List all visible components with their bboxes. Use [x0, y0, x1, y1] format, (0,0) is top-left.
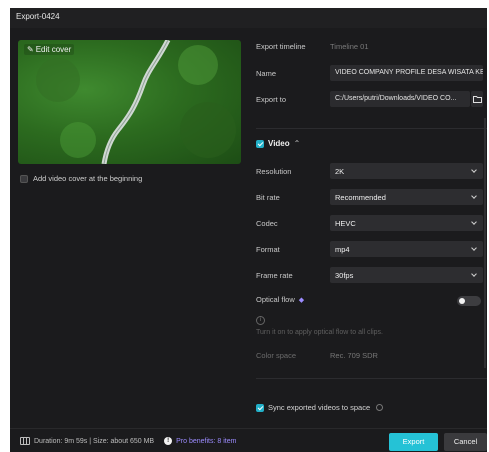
- format-label: Format: [256, 244, 280, 254]
- framerate-row: Frame rate 30fps: [256, 267, 487, 283]
- export-timeline-row: Export timeline Timeline 01: [256, 42, 487, 51]
- video-section-label: Video: [268, 139, 290, 148]
- export-dialog: Export-0424 ✎ Edit cover Add video cover…: [10, 8, 487, 452]
- export-timeline-label: Export timeline: [256, 42, 306, 51]
- bitrate-value: Recommended: [335, 192, 386, 202]
- pro-benefits-link[interactable]: Pro benefits: 8 item: [176, 438, 236, 445]
- chevron-down-icon: [471, 245, 477, 251]
- framerate-select[interactable]: 30fps: [330, 267, 483, 283]
- codec-label: Codec: [256, 218, 278, 228]
- add-cover-option[interactable]: Add video cover at the beginning: [20, 174, 142, 183]
- color-space-row: Color space Rec. 709 SDR: [256, 351, 487, 360]
- framerate-value: 30fps: [335, 270, 354, 280]
- export-summary: Duration: 9m 59s | Size: about 650 MB ! …: [20, 437, 236, 445]
- export-to-label: Export to: [256, 94, 287, 104]
- export-to-row: Export to C:/Users/putri/Downloads/VIDEO…: [256, 91, 487, 107]
- sync-checkbox[interactable]: [256, 403, 264, 412]
- export-path-input[interactable]: C:/Users/putri/Downloads/VIDEO CO...: [330, 91, 470, 107]
- pro-diamond-icon: ◆: [298, 296, 305, 304]
- export-timeline-value: Timeline 01: [330, 42, 369, 51]
- cancel-button[interactable]: Cancel: [444, 433, 487, 451]
- chevron-down-icon: [471, 193, 477, 199]
- name-input[interactable]: VIDEO COMPANY PROFILE DESA WISATA KE: [330, 65, 483, 81]
- bitrate-select[interactable]: Recommended: [330, 189, 483, 205]
- duration-size-text: Duration: 9m 59s | Size: about 650 MB: [34, 437, 155, 445]
- codec-select[interactable]: HEVC: [330, 215, 483, 231]
- color-space-label: Color space: [256, 351, 297, 360]
- cover-preview[interactable]: ✎ Edit cover: [18, 40, 241, 164]
- left-pane: ✎ Edit cover Add video cover at the begi…: [10, 28, 248, 428]
- sync-label: Sync exported videos to space: [268, 403, 371, 412]
- sync-option[interactable]: Sync exported videos to space: [256, 403, 384, 412]
- aerial-road-image: [36, 40, 236, 164]
- export-button[interactable]: Export: [389, 433, 438, 451]
- color-space-value: Rec. 709 SDR: [330, 351, 378, 360]
- name-row: Name VIDEO COMPANY PROFILE DESA WISATA K…: [256, 65, 487, 81]
- help-icon[interactable]: [376, 404, 384, 411]
- bitrate-label: Bit rate: [256, 192, 280, 202]
- resolution-label: Resolution: [256, 166, 292, 176]
- add-cover-checkbox[interactable]: [20, 174, 28, 183]
- dialog-title: Export-0424: [10, 8, 487, 28]
- section-divider: [256, 378, 487, 379]
- pencil-icon: ✎: [27, 45, 34, 54]
- toggle-knob: [459, 298, 465, 304]
- video-section-header[interactable]: Video ⌃: [256, 139, 300, 148]
- name-label: Name: [256, 68, 277, 78]
- codec-row: Codec HEVC: [256, 215, 487, 231]
- folder-button[interactable]: [471, 91, 483, 107]
- bitrate-row: Bit rate Recommended: [256, 189, 487, 205]
- resolution-value: 2K: [335, 166, 345, 176]
- optical-flow-toggle[interactable]: [457, 296, 481, 306]
- add-cover-label: Add video cover at the beginning: [33, 174, 143, 183]
- format-row: Format mp4: [256, 241, 487, 257]
- edit-cover-label: Edit cover: [35, 45, 72, 54]
- chevron-down-icon: [471, 271, 477, 277]
- framerate-label: Frame rate: [256, 270, 293, 280]
- format-value: mp4: [335, 244, 350, 254]
- folder-icon: [472, 95, 482, 103]
- resolution-row: Resolution 2K: [256, 163, 487, 179]
- film-icon: [20, 437, 30, 445]
- optical-flow-label: Optical flow: [256, 295, 295, 304]
- chevron-down-icon: [471, 167, 477, 173]
- section-divider: [256, 128, 487, 129]
- codec-value: HEVC: [335, 218, 356, 228]
- scrollbar[interactable]: [484, 118, 486, 368]
- settings-pane: Export timeline Timeline 01 Name VIDEO C…: [248, 28, 487, 428]
- pro-info-icon: !: [164, 437, 173, 445]
- collapse-caret-icon: ⌃: [293, 139, 301, 148]
- optical-flow-row: Optical flow ◆: [256, 295, 487, 304]
- info-icon: i: [256, 316, 265, 325]
- edit-cover-button[interactable]: ✎ Edit cover: [24, 44, 75, 55]
- video-checkbox[interactable]: [256, 139, 264, 148]
- format-select[interactable]: mp4: [330, 241, 483, 257]
- resolution-select[interactable]: 2K: [330, 163, 483, 179]
- dialog-footer: Duration: 9m 59s | Size: about 650 MB ! …: [10, 428, 487, 452]
- optical-flow-hint: Turn it on to apply optical flow to all …: [256, 329, 383, 336]
- chevron-down-icon: [471, 219, 477, 225]
